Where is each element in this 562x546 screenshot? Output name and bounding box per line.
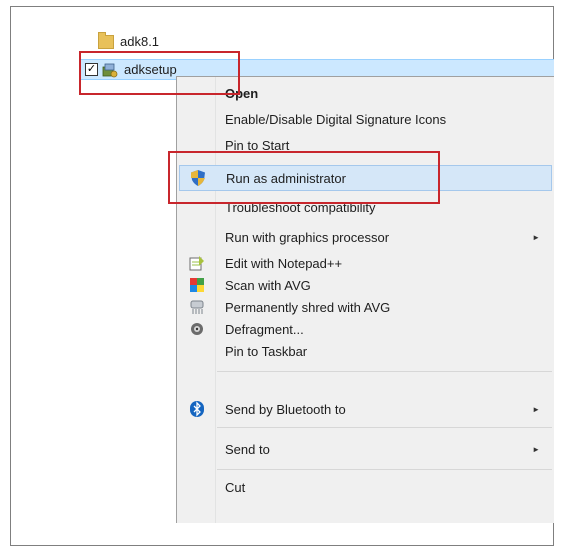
menu-item-edit-with-notepad-plus-plus[interactable]: Edit with Notepad++ <box>179 251 552 275</box>
file-name: adksetup <box>124 62 177 77</box>
menu-item-label: Scan with AVG <box>225 277 311 293</box>
menu-item-digital-signature-icons[interactable]: Enable/Disable Digital Signature Icons <box>179 107 552 131</box>
menu-item-defragment[interactable]: Defragment... <box>179 317 552 341</box>
select-checkbox[interactable]: ✓ <box>85 63 98 76</box>
bluetooth-icon <box>189 401 205 417</box>
file-name: adk8.1 <box>120 34 160 49</box>
avg-icon <box>189 277 205 293</box>
menu-item-cut[interactable]: Cut <box>179 475 552 499</box>
menu-item-send-to[interactable]: Send to ► <box>179 437 552 461</box>
menu-separator <box>217 469 552 470</box>
menu-item-label: Send by Bluetooth to <box>225 401 346 417</box>
menu-item-label: Troubleshoot compatibility <box>225 199 376 215</box>
menu-item-scan-with-avg[interactable]: Scan with AVG <box>179 273 552 297</box>
menu-item-label: Send to <box>225 441 270 457</box>
shredder-icon <box>189 299 205 315</box>
menu-item-open[interactable]: Open <box>179 81 552 105</box>
menu-item-pin-to-taskbar[interactable]: Pin to Taskbar <box>179 339 552 363</box>
menu-item-label: Pin to Taskbar <box>225 343 308 359</box>
uac-shield-icon <box>190 170 206 186</box>
file-item-adk81[interactable]: adk8.1 <box>98 31 160 51</box>
menu-item-label: Open <box>225 85 259 101</box>
setup-icon <box>102 62 118 78</box>
menu-item-pin-to-start[interactable]: Pin to Start <box>179 133 552 157</box>
menu-separator <box>217 371 552 372</box>
menu-item-label: Permanently shred with AVG <box>225 299 391 315</box>
menu-item-run-with-graphics-processor[interactable]: Run with graphics processor ► <box>179 225 552 249</box>
submenu-arrow-icon: ► <box>532 404 540 414</box>
menu-item-label: Run as administrator <box>226 170 346 186</box>
menu-item-label: Run with graphics processor <box>225 229 390 245</box>
menu-item-label: Cut <box>225 479 246 495</box>
folder-icon <box>98 31 114 49</box>
menu-separator <box>217 427 552 428</box>
menu-item-label: Defragment... <box>225 321 304 337</box>
menu-item-run-as-administrator[interactable]: Run as administrator <box>179 165 552 191</box>
submenu-arrow-icon: ► <box>532 232 540 242</box>
menu-item-shred-with-avg[interactable]: Permanently shred with AVG <box>179 295 552 319</box>
notepad-plus-plus-icon <box>189 255 205 271</box>
context-menu: Open Enable/Disable Digital Signature Ic… <box>176 76 554 523</box>
menu-item-troubleshoot-compatibility[interactable]: Troubleshoot compatibility <box>179 195 552 219</box>
menu-item-send-by-bluetooth[interactable]: Send by Bluetooth to ► <box>179 397 552 421</box>
menu-item-label: Enable/Disable Digital Signature Icons <box>225 111 447 127</box>
defrag-icon <box>189 321 205 337</box>
menu-item-label: Pin to Start <box>225 137 290 153</box>
submenu-arrow-icon: ► <box>532 444 540 454</box>
menu-item-label: Edit with Notepad++ <box>225 255 343 271</box>
